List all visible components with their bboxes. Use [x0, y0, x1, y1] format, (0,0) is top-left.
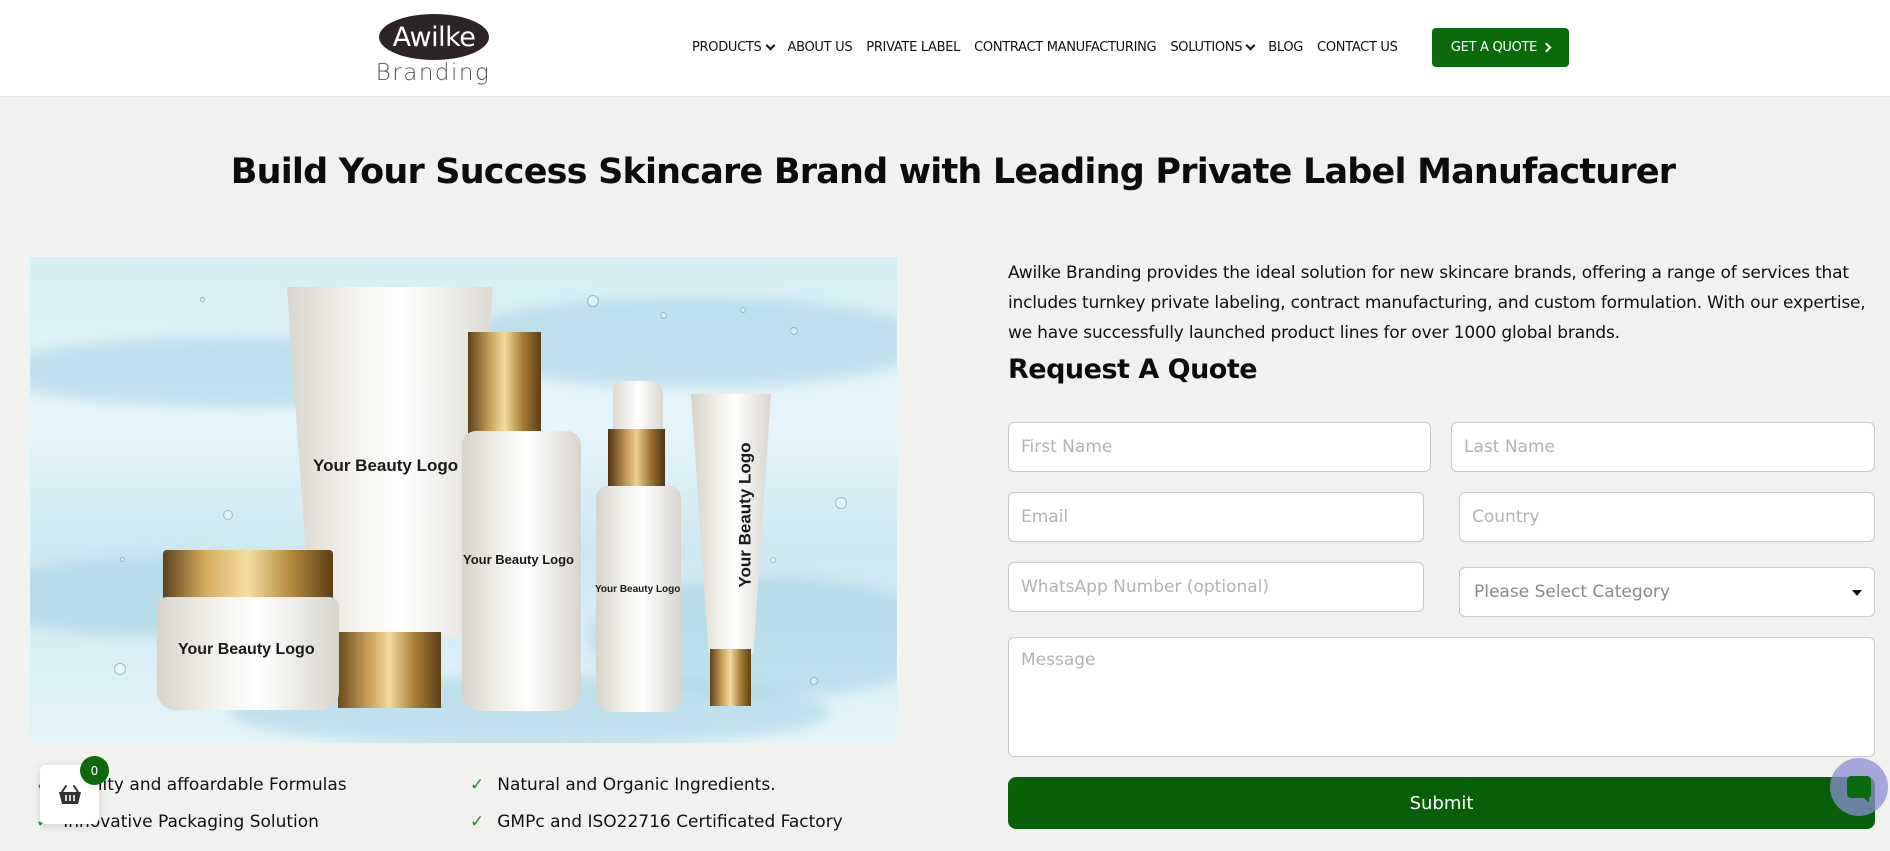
nav-item-about-us[interactable]: ABOUT US [788, 40, 853, 55]
country-field[interactable] [1459, 492, 1875, 542]
feature-text: Natural and Organic Ingredients. [497, 775, 776, 795]
nav-item-private-label[interactable]: PRIVATE LABEL [866, 40, 960, 55]
product-image: Your Beauty Logo Your Beauty Logo Your B… [30, 257, 897, 743]
bottle-logo-text: Your Beauty Logo [463, 552, 574, 567]
water-bubble [810, 677, 818, 685]
logo-oval: Awilke [379, 14, 489, 60]
page-title: Build Your Success Skincare Brand with L… [230, 152, 1676, 192]
small-tube-cap [710, 649, 751, 706]
chat-icon [1847, 776, 1871, 803]
submit-label: Submit [1409, 792, 1474, 814]
site-header: Awilke Branding PRODUCTS ABOUT US PRIVAT… [0, 0, 1890, 97]
chat-button[interactable] [1830, 758, 1888, 816]
water-bubble [587, 295, 599, 307]
nav-item-label: CONTRACT MANUFACTURING [974, 39, 1157, 55]
nav-item-blog[interactable]: BLOG [1268, 40, 1303, 55]
jar-lid [163, 550, 333, 602]
water-bubble [120, 557, 125, 562]
chevron-down-icon [765, 40, 775, 50]
nav-item-label: CONTACT US [1317, 39, 1398, 55]
last-name-field[interactable] [1451, 422, 1875, 472]
first-name-field[interactable] [1008, 422, 1431, 472]
tube-logo-text: Your Beauty Logo [313, 456, 459, 475]
water-bubble [770, 557, 776, 563]
brand-logo[interactable]: Awilke Branding [357, 14, 509, 86]
logo-sub-text: Branding [375, 60, 491, 86]
water-bubble [114, 663, 126, 675]
nav-item-label: ABOUT US [787, 39, 853, 55]
intro-text: Awilke Branding provides the ideal solut… [1008, 263, 1866, 343]
water-bubble [740, 307, 746, 313]
logo-main-text: Awilke [392, 21, 476, 53]
chevron-right-icon [1541, 42, 1552, 53]
category-selected-value: Please Select Category [1474, 582, 1671, 602]
pump-collar [608, 429, 665, 489]
pump-head [613, 381, 663, 429]
check-icon: ✓ [470, 812, 485, 832]
category-select[interactable]: Please Select Category [1459, 567, 1875, 617]
water-bubble [223, 510, 233, 520]
check-icon: ✓ [470, 775, 485, 795]
water-bubble [200, 297, 205, 302]
nav-item-contact-us[interactable]: CONTACT US [1317, 40, 1398, 55]
whatsapp-field[interactable] [1008, 562, 1424, 612]
feature-text: Innovative Packaging Solution [63, 812, 319, 832]
feature-item: ✓ GMPc and ISO22716 Certificated Factory [470, 812, 843, 832]
caret-down-icon [1852, 590, 1862, 596]
jar-logo-text: Your Beauty Logo [178, 641, 315, 658]
small-tube-logo-text: Your Beauty Logo [735, 442, 755, 588]
email-field[interactable] [1008, 492, 1424, 542]
get-a-quote-label: GET A QUOTE [1450, 40, 1538, 55]
nav-item-label: BLOG [1268, 39, 1304, 55]
tube-cap [338, 632, 441, 708]
message-field[interactable] [1008, 637, 1875, 757]
form-title: Request A Quote [1008, 354, 1258, 385]
pump-logo-text: Your Beauty Logo [595, 584, 681, 595]
feature-text: GMPc and ISO22716 Certificated Factory [497, 812, 843, 832]
nav-item-products[interactable]: PRODUCTS [692, 39, 775, 55]
water-bubble [790, 327, 798, 335]
feature-item: ✓ Natural and Organic Ingredients. [470, 775, 776, 795]
bottle-cap [468, 332, 541, 435]
submit-button[interactable]: Submit [1008, 777, 1875, 829]
pump-bottle [596, 486, 681, 712]
lotion-bottle [462, 431, 581, 711]
nav-item-contract-manufacturing[interactable]: CONTRACT MANUFACTURING [974, 39, 1157, 55]
nav-item-label: PRIVATE LABEL [866, 39, 961, 55]
water-bubble [660, 312, 667, 319]
nav-item-label: SOLUTIONS [1170, 39, 1243, 55]
main-nav: PRODUCTS ABOUT US PRIVATE LABEL CONTRACT… [692, 0, 1412, 94]
cart-count-badge: 0 [80, 756, 109, 785]
nav-item-label: PRODUCTS [692, 39, 762, 55]
nav-item-solutions[interactable]: SOLUTIONS [1170, 39, 1256, 55]
chevron-down-icon [1245, 40, 1256, 50]
basket-icon [58, 784, 81, 804]
water-bubble [835, 497, 847, 509]
get-a-quote-button[interactable]: GET A QUOTE [1432, 28, 1569, 67]
